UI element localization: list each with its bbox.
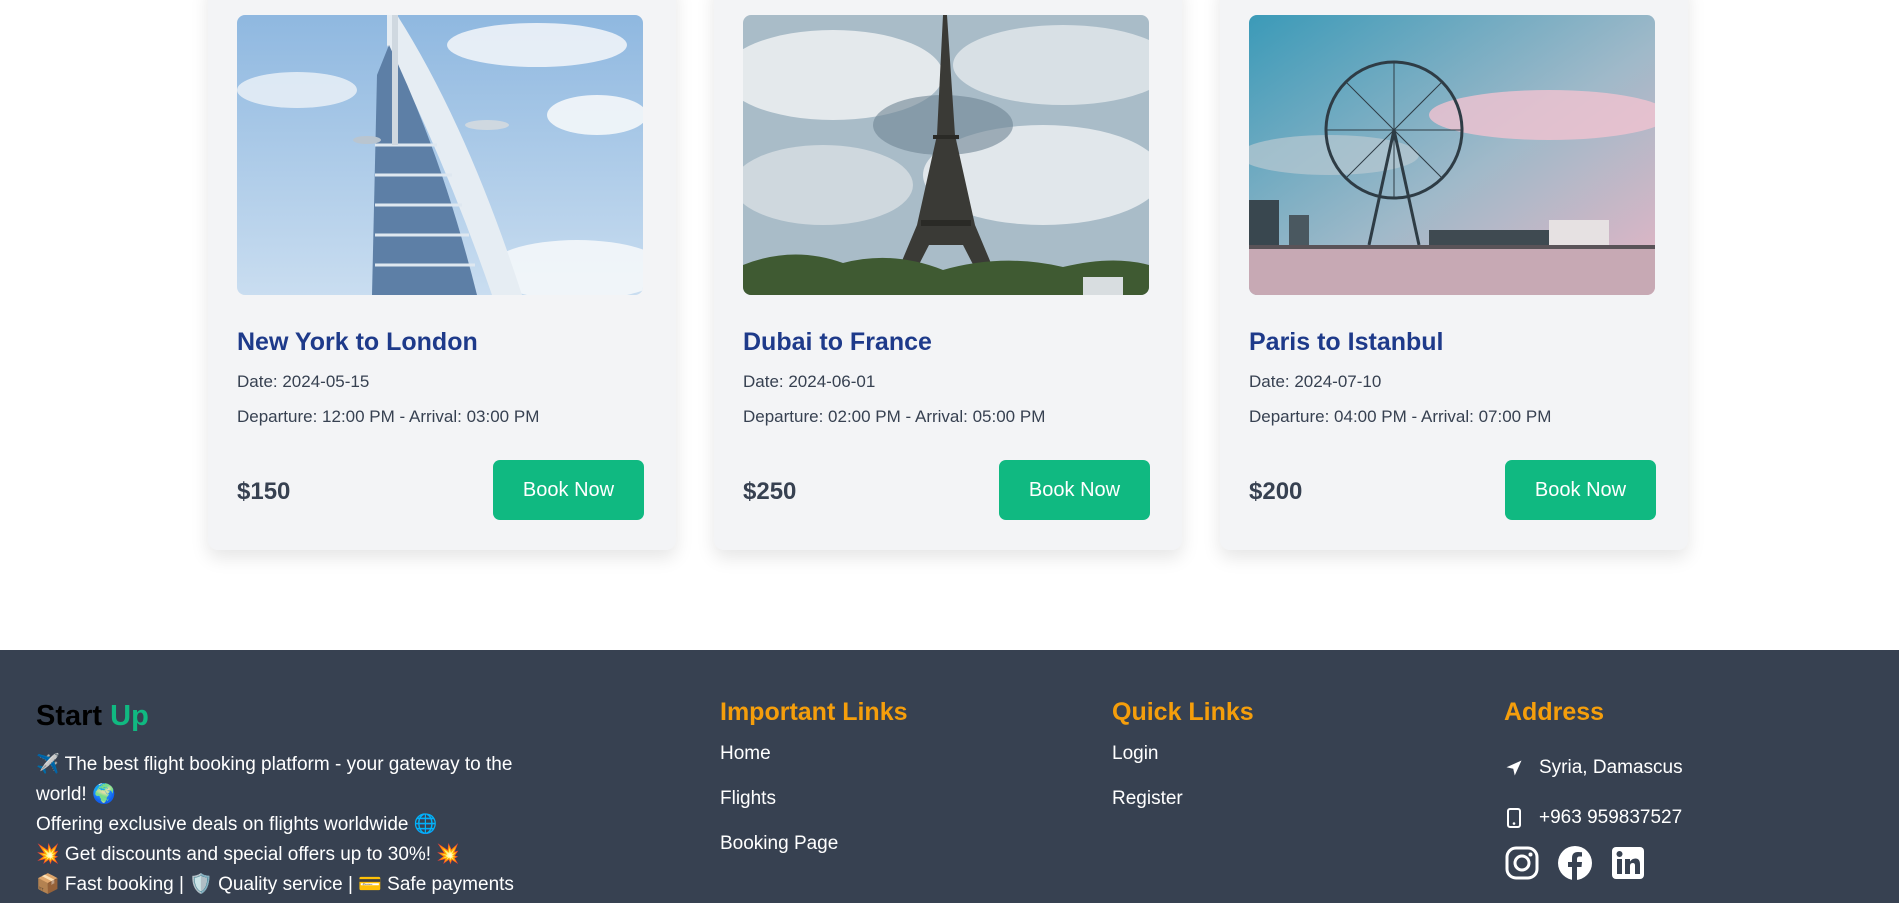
quick-links-heading: Quick Links xyxy=(1112,698,1254,726)
address-column: Address Syria, Damascus +963 959837527 xyxy=(1504,698,1683,881)
book-now-button[interactable]: Book Now xyxy=(999,460,1150,520)
flight-times: Departure: 12:00 PM - Arrival: 03:00 PM xyxy=(237,407,540,426)
burj-al-arab-photo xyxy=(237,15,643,295)
important-links-column: Important Links Home Flights Booking Pag… xyxy=(720,698,908,878)
flight-date: Date: 2024-06-01 xyxy=(743,372,876,391)
footer-link-booking[interactable]: Booking Page xyxy=(720,833,908,878)
about-line: 📦 Fast booking | 🛡️ Quality service | 💳 … xyxy=(36,874,514,895)
footer-link-register[interactable]: Register xyxy=(1112,788,1254,833)
footer-brand: Start Up xyxy=(36,700,149,733)
address-location-row: Syria, Damascus xyxy=(1504,743,1683,793)
important-links-heading: Important Links xyxy=(720,698,908,726)
instagram-icon[interactable] xyxy=(1504,845,1540,881)
flight-price: $250 xyxy=(743,478,797,505)
flight-route-title: Dubai to France xyxy=(743,328,932,356)
book-now-button[interactable]: Book Now xyxy=(493,460,644,520)
flight-card: New York to London Date: 2024-05-15 Depa… xyxy=(208,0,676,550)
footer-link-flights[interactable]: Flights xyxy=(720,788,908,833)
flight-times: Departure: 02:00 PM - Arrival: 05:00 PM xyxy=(743,407,1046,426)
brand-part-start: Start xyxy=(36,700,103,732)
flight-date: Date: 2024-05-15 xyxy=(237,372,370,391)
facebook-icon[interactable] xyxy=(1557,845,1593,881)
phone-icon xyxy=(1504,808,1524,828)
linkedin-icon[interactable] xyxy=(1610,845,1646,881)
about-line: 💥 Get discounts and special offers up to… xyxy=(36,844,461,865)
site-footer: Start Up ✈️ The best flight booking plat… xyxy=(0,650,1899,903)
flight-cards-section: New York to London Date: 2024-05-15 Depa… xyxy=(0,0,1899,650)
flight-route-title: Paris to Istanbul xyxy=(1249,328,1444,356)
footer-link-home[interactable]: Home xyxy=(720,743,908,788)
eiffel-tower-photo xyxy=(743,15,1149,295)
flight-card: Dubai to France Date: 2024-06-01 Departu… xyxy=(714,0,1182,550)
brand-part-up: Up xyxy=(110,700,149,732)
book-now-button[interactable]: Book Now xyxy=(1505,460,1656,520)
location-arrow-icon xyxy=(1504,758,1524,778)
footer-about: ✈️ The best flight booking platform - yo… xyxy=(36,750,566,900)
social-icons xyxy=(1504,845,1683,881)
ferris-wheel-photo xyxy=(1249,15,1655,295)
about-line: ✈️ The best flight booking platform - yo… xyxy=(36,754,513,805)
address-heading: Address xyxy=(1504,698,1605,726)
address-location: Syria, Damascus xyxy=(1539,757,1683,778)
flight-price: $150 xyxy=(237,478,291,505)
flight-date: Date: 2024-07-10 xyxy=(1249,372,1382,391)
about-line: Offering exclusive deals on flights worl… xyxy=(36,814,438,835)
flight-price: $200 xyxy=(1249,478,1303,505)
address-phone: +963 959837527 xyxy=(1539,807,1683,828)
address-phone-row: +963 959837527 xyxy=(1504,793,1683,843)
quick-links-column: Quick Links Login Register xyxy=(1112,698,1254,833)
flight-card: Paris to Istanbul Date: 2024-07-10 Depar… xyxy=(1220,0,1688,550)
flight-times: Departure: 04:00 PM - Arrival: 07:00 PM xyxy=(1249,407,1552,426)
footer-link-login[interactable]: Login xyxy=(1112,743,1254,788)
flight-route-title: New York to London xyxy=(237,328,478,356)
